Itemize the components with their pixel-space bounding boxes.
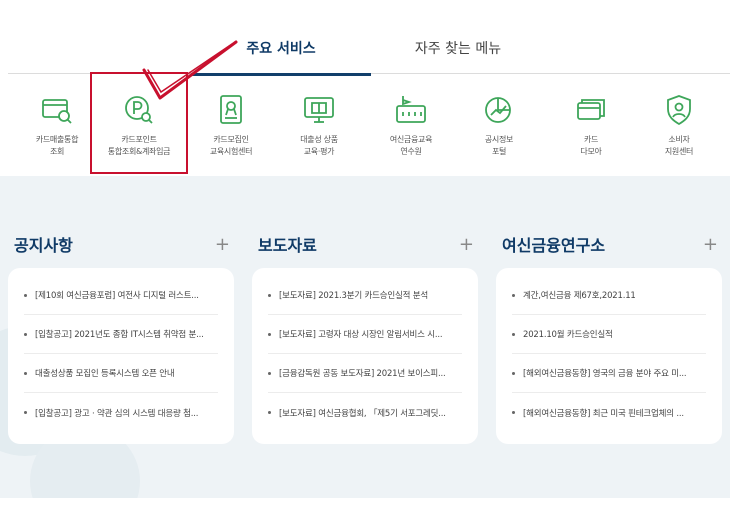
service-icon-row: 카드매출통합 조회 카드포인트 통합조회&계좌입금 카드모집인 교육시험센터 대… bbox=[0, 92, 730, 172]
tab-frequent-menus[interactable]: 자주 찾는 메뉴 bbox=[368, 28, 548, 74]
list-item[interactable]: 계간,여신금융 제67호,2021.11 bbox=[512, 276, 706, 315]
service-label: 소비자 지원센터 bbox=[664, 135, 694, 156]
column-title: 공지사항 bbox=[14, 236, 73, 255]
service-card-damoa[interactable]: 카드 다모아 bbox=[548, 92, 634, 172]
service-card-sales[interactable]: 카드매출통합 조회 bbox=[14, 92, 100, 172]
more-plus-icon[interactable]: + bbox=[459, 234, 474, 255]
service-disclosure-portal[interactable]: 공시정보 포털 bbox=[456, 92, 542, 172]
chart-icon bbox=[481, 92, 517, 128]
service-label: 카드매출통합 조회 bbox=[35, 135, 79, 156]
bullet-icon bbox=[512, 332, 515, 336]
service-label: 공시정보 포털 bbox=[484, 135, 514, 156]
school-icon bbox=[393, 92, 429, 128]
list-item[interactable]: [보도자료] 고령자 대상 시장인 알림서비스 시... bbox=[268, 315, 462, 354]
cards-icon bbox=[573, 92, 609, 128]
more-plus-icon[interactable]: + bbox=[703, 234, 718, 255]
footer-strip bbox=[0, 498, 730, 520]
press-column: 보도자료 + [보도자료] 2021.3분기 카드승인실적 분석 [보도자료] … bbox=[252, 228, 478, 444]
list-item[interactable]: [입찰공고] 2021년도 종합 IT시스템 취약점 분... bbox=[24, 315, 218, 354]
service-recruiter-exam[interactable]: 카드모집인 교육시험센터 bbox=[188, 92, 274, 172]
service-consumer-support[interactable]: 소비자 지원센터 bbox=[636, 92, 722, 172]
research-list: 계간,여신금융 제67호,2021.11 2021.10월 카드승인실적 [해외… bbox=[496, 268, 722, 444]
service-label: 카드모집인 교육시험센터 bbox=[209, 135, 253, 156]
list-item[interactable]: [보도자료] 2021.3분기 카드승인실적 분석 bbox=[268, 276, 462, 315]
bullet-icon bbox=[24, 293, 27, 297]
column-title: 보도자료 bbox=[258, 236, 317, 255]
list-item[interactable]: [해외여신금융동향] 영국의 금융 분야 주요 미... bbox=[512, 354, 706, 393]
list-item[interactable]: [금융감독원 공동 보도자료] 2021년 보이스피... bbox=[268, 354, 462, 393]
bullet-icon bbox=[512, 411, 515, 414]
more-plus-icon[interactable]: + bbox=[215, 234, 230, 255]
service-label: 대출성 상품 교육·평가 bbox=[300, 135, 338, 156]
bullet-icon bbox=[268, 371, 271, 375]
column-header: 여신금융연구소 + bbox=[496, 228, 722, 260]
column-header: 보도자료 + bbox=[252, 228, 478, 260]
shield-person-icon bbox=[661, 92, 697, 128]
tab-bar: 주요 서비스 자주 찾는 메뉴 bbox=[8, 28, 730, 76]
point-search-icon bbox=[121, 92, 157, 128]
bullet-icon bbox=[512, 371, 515, 375]
list-item[interactable]: [보도자료] 여신금융협회, 「제5기 서포그레딧... bbox=[268, 393, 462, 432]
bullet-icon bbox=[24, 411, 27, 414]
service-training-center[interactable]: 여신금융교육 연수원 bbox=[368, 92, 454, 172]
board-section: 공지사항 + [제10회 여신금융포럼] 여전사 디지털 러스트... [입찰공… bbox=[0, 176, 730, 498]
column-header: 공지사항 + bbox=[8, 228, 234, 260]
bullet-icon bbox=[268, 332, 271, 336]
list-item[interactable]: [입찰공고] 광고 · 약관 심의 시스템 대응량 첨... bbox=[24, 393, 218, 432]
list-item[interactable]: 2021.10월 카드승인실적 bbox=[512, 315, 706, 354]
notice-list: [제10회 여신금융포럼] 여전사 디지털 러스트... [입찰공고] 2021… bbox=[8, 268, 234, 444]
research-column: 여신금융연구소 + 계간,여신금융 제67호,2021.11 2021.10월 … bbox=[496, 228, 722, 444]
bullet-icon bbox=[24, 332, 27, 336]
certificate-icon bbox=[213, 92, 249, 128]
column-title: 여신금융연구소 bbox=[502, 236, 606, 255]
service-loan-education[interactable]: 대출성 상품 교육·평가 bbox=[276, 92, 362, 172]
top-section: 주요 서비스 자주 찾는 메뉴 카드매출통합 조회 카드포인트 통합조회&계좌입… bbox=[0, 0, 730, 176]
bullet-icon bbox=[512, 293, 515, 297]
bullet-icon bbox=[268, 293, 271, 297]
book-monitor-icon bbox=[301, 92, 337, 128]
list-item[interactable]: 대출성상품 모집인 등록시스템 오픈 안내 bbox=[24, 354, 218, 393]
service-label: 카드포인트 통합조회&계좌입금 bbox=[107, 135, 171, 156]
bullet-icon bbox=[268, 411, 271, 414]
notice-column: 공지사항 + [제10회 여신금융포럼] 여전사 디지털 러스트... [입찰공… bbox=[8, 228, 234, 444]
service-label: 여신금융교육 연수원 bbox=[389, 135, 433, 156]
service-card-points[interactable]: 카드포인트 통합조회&계좌입금 bbox=[96, 92, 182, 172]
bullet-icon bbox=[24, 371, 27, 375]
service-label: 카드 다모아 bbox=[580, 135, 602, 156]
press-list: [보도자료] 2021.3분기 카드승인실적 분석 [보도자료] 고령자 대상 … bbox=[252, 268, 478, 444]
list-item[interactable]: [제10회 여신금융포럼] 여전사 디지털 러스트... bbox=[24, 276, 218, 315]
list-item[interactable]: [해외여신금융동향] 최근 미국 핀테크업체의 ... bbox=[512, 393, 706, 432]
card-search-icon bbox=[39, 92, 75, 128]
tab-main-services[interactable]: 주요 서비스 bbox=[191, 28, 371, 76]
